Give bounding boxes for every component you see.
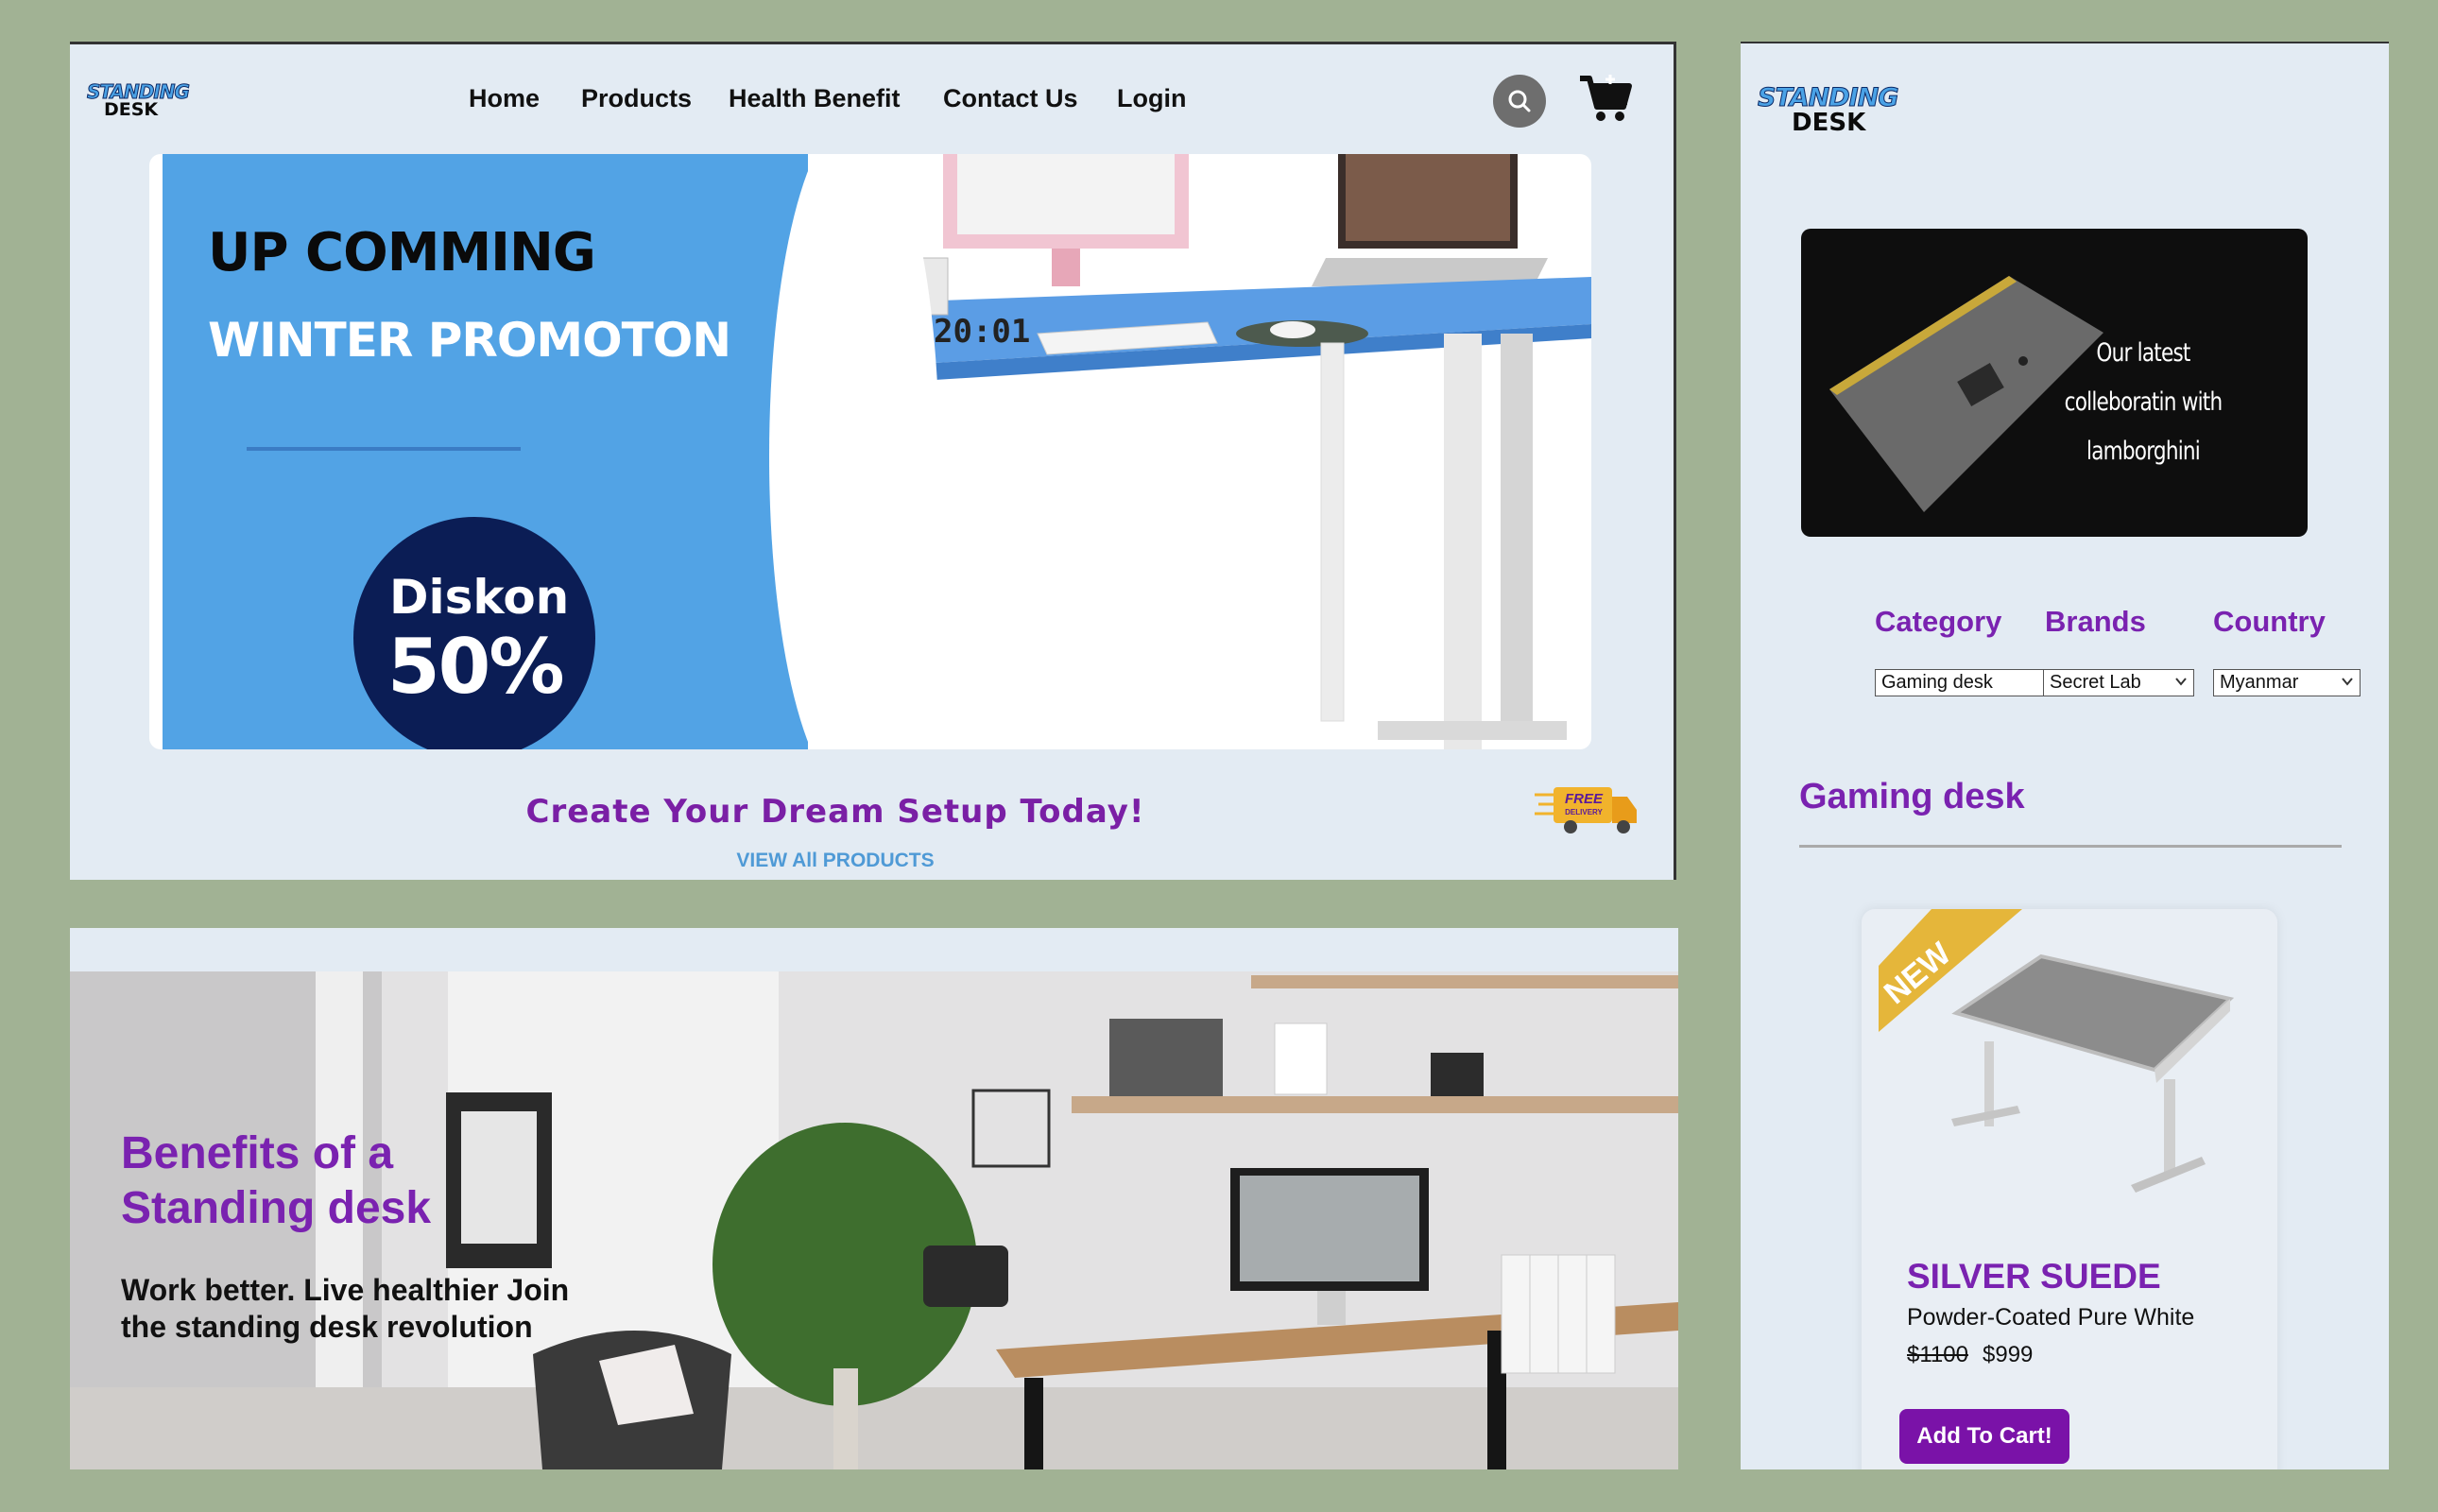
product-image: NEW [1878,909,2235,1193]
search-button[interactable] [1493,75,1546,128]
filter-label-category: Category [1875,605,2002,638]
product-old-price: $1100 [1907,1342,1968,1367]
product-card[interactable]: NEW SILVER SUEDE Powder-Coated Pure Whit… [1862,909,2277,1469]
badge-delivery-text: DELIVERY [1565,808,1603,816]
category-select[interactable]: Gaming desk [1875,669,2045,696]
section-divider [1799,845,2342,848]
search-icon [1508,90,1531,112]
view-all-text: VIEW All PRODUCTS [736,850,935,871]
nav-contact-us[interactable]: Contact Us [943,84,1078,113]
benefits-panel: Benefits of a Standing desk Work better.… [70,928,1678,1469]
product-price: $999 [1983,1342,2034,1367]
collab-desk-image [1829,276,2103,512]
sidebar-logo-top-text: STANDING [1757,83,1898,112]
banner-wave [769,154,939,749]
home-page-panel: STANDING DESK Home Products Health Benef… [70,42,1676,880]
benefits-subtitle: Work better. Live healthier Join the sta… [121,1273,570,1344]
badge-free-text: FREE [1565,791,1604,807]
collab-banner[interactable]: Our latest colleboratin with lamborghini [1801,229,2308,537]
clock-display: 20:01 [934,313,1031,351]
country-select[interactable]: Myanmar [2213,669,2361,696]
banner-divider [247,447,521,451]
add-to-cart-button[interactable]: Add To Cart! [1899,1409,2069,1464]
filter-label-brands: Brands [2045,605,2146,638]
nav-login[interactable]: Login [1117,84,1186,113]
product-description: Powder-Coated Pure White [1907,1304,2195,1331]
view-all-products-link[interactable]: VIEW All PRODUCTS [70,850,1674,872]
product-listing-panel: STANDING DESK Our latest colleboratin wi… [1741,42,2389,1469]
promo-banner[interactable]: UP COMMING WINTER PROMOTON Diskon 50% 20… [149,154,1591,749]
banner-subheadline: WINTER PROMOTON [208,313,731,368]
brands-select-value: Secret Lab [2050,672,2141,693]
chevron-down-icon [2175,678,2187,686]
sidebar-logo-bottom-text: DESK [1792,109,1866,137]
cart-button[interactable] [1576,69,1633,126]
benefits-title: Benefits of a Standing desk [121,1128,432,1233]
discount-value: 50% [387,623,564,711]
banner-headline: UP COMMING [208,222,596,284]
category-select-value: Gaming desk [1881,672,1993,693]
nav-health-benefit[interactable]: Health Benefit [729,84,901,113]
main-nav: Home Products Health Benefit Contact Us … [70,84,1674,122]
cart-icon [1580,75,1632,121]
free-delivery-badge: FREE DELIVERY [1533,782,1639,836]
chevron-down-icon [2342,678,2353,686]
nav-home[interactable]: Home [469,84,540,113]
cta-title: Create Your Dream Setup Today! [70,793,1674,831]
product-name: SILVER SUEDE [1907,1257,2161,1296]
section-title: Gaming desk [1799,777,2025,816]
cta-title-text: Create Your Dream Setup Today! [525,793,1145,831]
discount-label: Diskon [389,570,570,625]
truck-icon: FREE DELIVERY [1535,787,1637,833]
nav-products[interactable]: Products [581,84,692,113]
country-select-value: Myanmar [2220,672,2299,693]
collab-text: Our latest colleboratin with lamborghini [2064,338,2223,466]
filter-label-country: Country [2213,605,2326,638]
sidebar-logo[interactable]: STANDING DESK [1757,83,1898,137]
brands-select[interactable]: Secret Lab [2043,669,2194,696]
